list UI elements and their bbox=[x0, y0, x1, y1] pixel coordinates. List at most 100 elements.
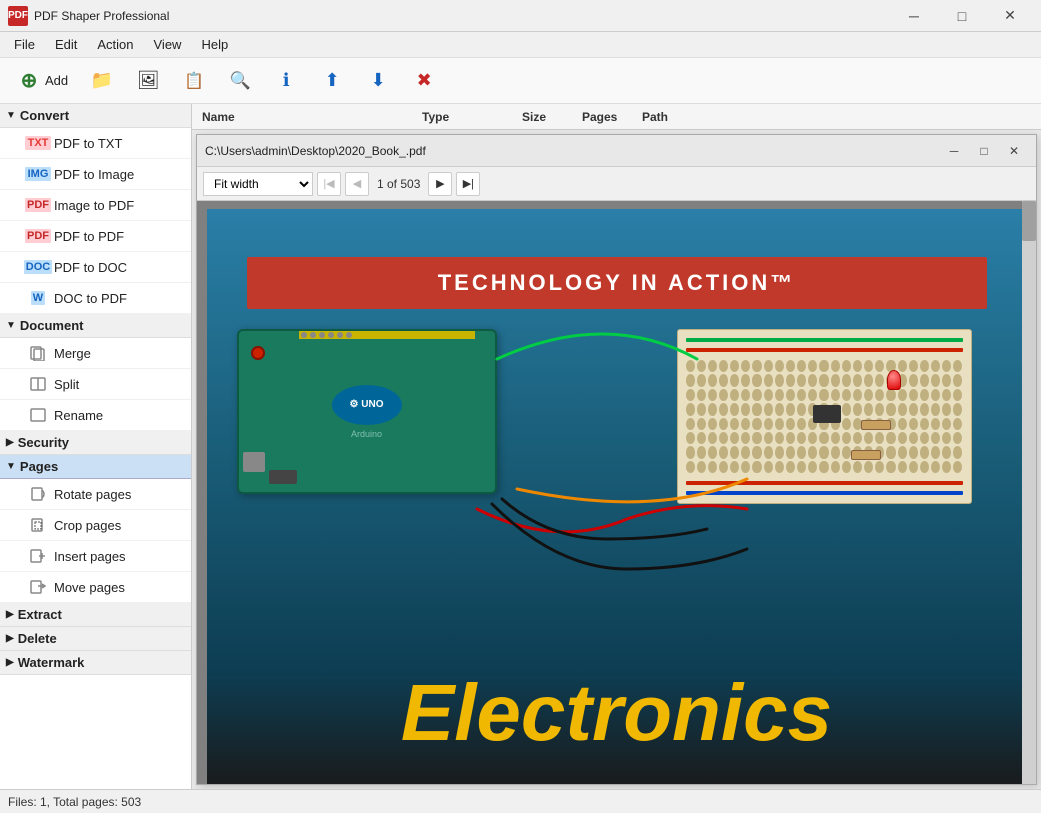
col-type: Type bbox=[416, 110, 516, 124]
menu-edit[interactable]: Edit bbox=[45, 35, 87, 54]
sidebar-item-doc-to-pdf[interactable]: W DOC to PDF bbox=[0, 283, 191, 314]
image-button[interactable]: 🖼 bbox=[127, 64, 169, 98]
menu-view[interactable]: View bbox=[144, 35, 192, 54]
search-button[interactable]: 🔍 bbox=[219, 64, 261, 98]
reset-button bbox=[251, 346, 265, 360]
insert-pages-icon bbox=[28, 546, 48, 566]
pdf-scrollbar-track[interactable] bbox=[1022, 201, 1036, 784]
pdf-to-pdf-icon: PDF bbox=[28, 226, 48, 246]
pdf-scrollbar-thumb[interactable] bbox=[1022, 201, 1036, 241]
sidebar-item-move-pages[interactable]: Move pages bbox=[0, 572, 191, 603]
sidebar-item-rotate-pages[interactable]: Rotate pages bbox=[0, 479, 191, 510]
arduino-logo-text: ⚙ UNO bbox=[350, 399, 384, 410]
search-icon: 🔍 bbox=[228, 69, 252, 93]
info-button[interactable]: ℹ bbox=[265, 64, 307, 98]
first-page-button[interactable]: |◀ bbox=[317, 172, 341, 196]
pdf-minimize-button[interactable]: ─ bbox=[940, 139, 968, 163]
sidebar-item-rename[interactable]: Rename bbox=[0, 400, 191, 431]
arduino-board: ⚙ UNO Arduino bbox=[237, 329, 497, 494]
sidebar-section-watermark[interactable]: ▶ Watermark bbox=[0, 651, 191, 675]
info-icon: ℹ bbox=[274, 69, 298, 93]
pdf-content[interactable]: TECHNOLOGY IN ACTION™ bbox=[197, 201, 1036, 784]
sidebar-item-pdf-to-txt[interactable]: TXT PDF to TXT bbox=[0, 128, 191, 159]
col-pages: Pages bbox=[576, 110, 636, 124]
pdf-viewer-window: C:\Users\admin\Desktop\2020_Book_.pdf ─ … bbox=[196, 134, 1037, 785]
content-area: Name Type Size Pages Path C:\Users\admin… bbox=[192, 104, 1041, 789]
title-bar-left: PDF PDF Shaper Professional bbox=[8, 6, 169, 26]
close-button[interactable]: ✕ bbox=[987, 0, 1033, 32]
maximize-button[interactable]: □ bbox=[939, 0, 985, 32]
breadboard: // Holes will be injected dynamically be… bbox=[677, 329, 972, 504]
sidebar-item-pdf-to-doc[interactable]: DOC PDF to DOC bbox=[0, 252, 191, 283]
sidebar-item-crop-pages[interactable]: Crop pages bbox=[0, 510, 191, 541]
add-button[interactable]: ⊕ Add bbox=[8, 64, 77, 98]
pdf-banner: TECHNOLOGY IN ACTION™ bbox=[247, 257, 987, 309]
title-bar: PDF PDF Shaper Professional ─ □ ✕ bbox=[0, 0, 1041, 32]
last-page-button[interactable]: ▶| bbox=[456, 172, 480, 196]
col-path: Path bbox=[636, 110, 1037, 124]
fit-mode-select[interactable]: Fit width bbox=[203, 172, 313, 196]
sidebar-item-merge[interactable]: Merge bbox=[0, 338, 191, 369]
pdf-file-path: C:\Users\admin\Desktop\2020_Book_.pdf bbox=[205, 144, 426, 158]
ic-chip bbox=[813, 405, 841, 423]
sidebar-section-pages[interactable]: ▼ Pages bbox=[0, 455, 191, 479]
minimize-button[interactable]: ─ bbox=[891, 0, 937, 32]
app-logo: PDF bbox=[8, 6, 28, 26]
down-arrow-icon: ⬇ bbox=[366, 69, 390, 93]
security-arrow-icon: ▶ bbox=[6, 437, 14, 448]
sidebar-item-pdf-to-pdf[interactable]: PDF PDF to PDF bbox=[0, 221, 191, 252]
pdf-maximize-button[interactable]: □ bbox=[970, 139, 998, 163]
sidebar-item-insert-pages[interactable]: Insert pages bbox=[0, 541, 191, 572]
status-text: Files: 1, Total pages: 503 bbox=[8, 795, 141, 809]
down-button[interactable]: ⬇ bbox=[357, 64, 399, 98]
arduino-brand-label: Arduino bbox=[351, 429, 382, 439]
menu-action[interactable]: Action bbox=[87, 35, 143, 54]
image-icon: 🖼 bbox=[136, 69, 160, 93]
extract-arrow-icon: ▶ bbox=[6, 609, 14, 620]
sidebar-item-split[interactable]: Split bbox=[0, 369, 191, 400]
sidebar-item-pdf-to-image[interactable]: IMG PDF to Image bbox=[0, 159, 191, 190]
sidebar-section-convert[interactable]: ▼ Convert bbox=[0, 104, 191, 128]
electronics-text: Electronics bbox=[247, 667, 987, 759]
menu-help[interactable]: Help bbox=[191, 35, 238, 54]
sidebar-section-delete[interactable]: ▶ Delete bbox=[0, 627, 191, 651]
status-bar: Files: 1, Total pages: 503 bbox=[0, 789, 1041, 813]
menu-bar: File Edit Action View Help bbox=[0, 32, 1041, 58]
menu-file[interactable]: File bbox=[4, 35, 45, 54]
sidebar-item-image-to-pdf[interactable]: PDF Image to PDF bbox=[0, 190, 191, 221]
up-arrow-icon: ⬆ bbox=[320, 69, 344, 93]
pdf-close-button[interactable]: ✕ bbox=[1000, 139, 1028, 163]
arduino-logo-circle: ⚙ UNO bbox=[332, 385, 402, 425]
prev-page-button[interactable]: ◀ bbox=[345, 172, 369, 196]
toolbar: ⊕ Add 📁 🖼 📋 🔍 ℹ ⬆ ⬇ ✖ bbox=[0, 58, 1041, 104]
pdf-titlebar: C:\Users\admin\Desktop\2020_Book_.pdf ─ … bbox=[197, 135, 1036, 167]
col-size: Size bbox=[516, 110, 576, 124]
main-layout: ▼ Convert TXT PDF to TXT IMG PDF to Imag… bbox=[0, 104, 1041, 789]
power-connector bbox=[269, 470, 297, 484]
doc-file-icon: DOC bbox=[28, 257, 48, 277]
sidebar-section-security[interactable]: ▶ Security bbox=[0, 431, 191, 455]
sidebar-section-document[interactable]: ▼ Document bbox=[0, 314, 191, 338]
delete-section-arrow-icon: ▶ bbox=[6, 633, 14, 644]
breadboard-area: // Holes will be injected dynamically be… bbox=[677, 329, 987, 514]
convert-arrow-icon: ▼ bbox=[6, 110, 16, 121]
rename-icon bbox=[28, 405, 48, 425]
img-file-icon: IMG bbox=[28, 164, 48, 184]
next-page-button[interactable]: ▶ bbox=[428, 172, 452, 196]
up-button[interactable]: ⬆ bbox=[311, 64, 353, 98]
banner-text: TECHNOLOGY IN ACTION™ bbox=[438, 270, 796, 296]
move-pages-icon bbox=[28, 577, 48, 597]
rotate-pages-icon bbox=[28, 484, 48, 504]
split-icon bbox=[28, 374, 48, 394]
copy-button[interactable]: 📋 bbox=[173, 64, 215, 98]
sidebar-section-extract[interactable]: ▶ Extract bbox=[0, 603, 191, 627]
arduino-area: ⚙ UNO Arduino bbox=[237, 329, 517, 519]
col-name: Name bbox=[196, 110, 416, 124]
folder-icon: 📁 bbox=[90, 69, 114, 93]
open-button[interactable]: 📁 bbox=[81, 64, 123, 98]
resistor-1 bbox=[861, 420, 891, 430]
delete-button[interactable]: ✖ bbox=[403, 64, 445, 98]
txt-file-icon: TXT bbox=[28, 133, 48, 153]
resistor-2 bbox=[851, 450, 881, 460]
pdf-page: TECHNOLOGY IN ACTION™ bbox=[207, 209, 1027, 784]
